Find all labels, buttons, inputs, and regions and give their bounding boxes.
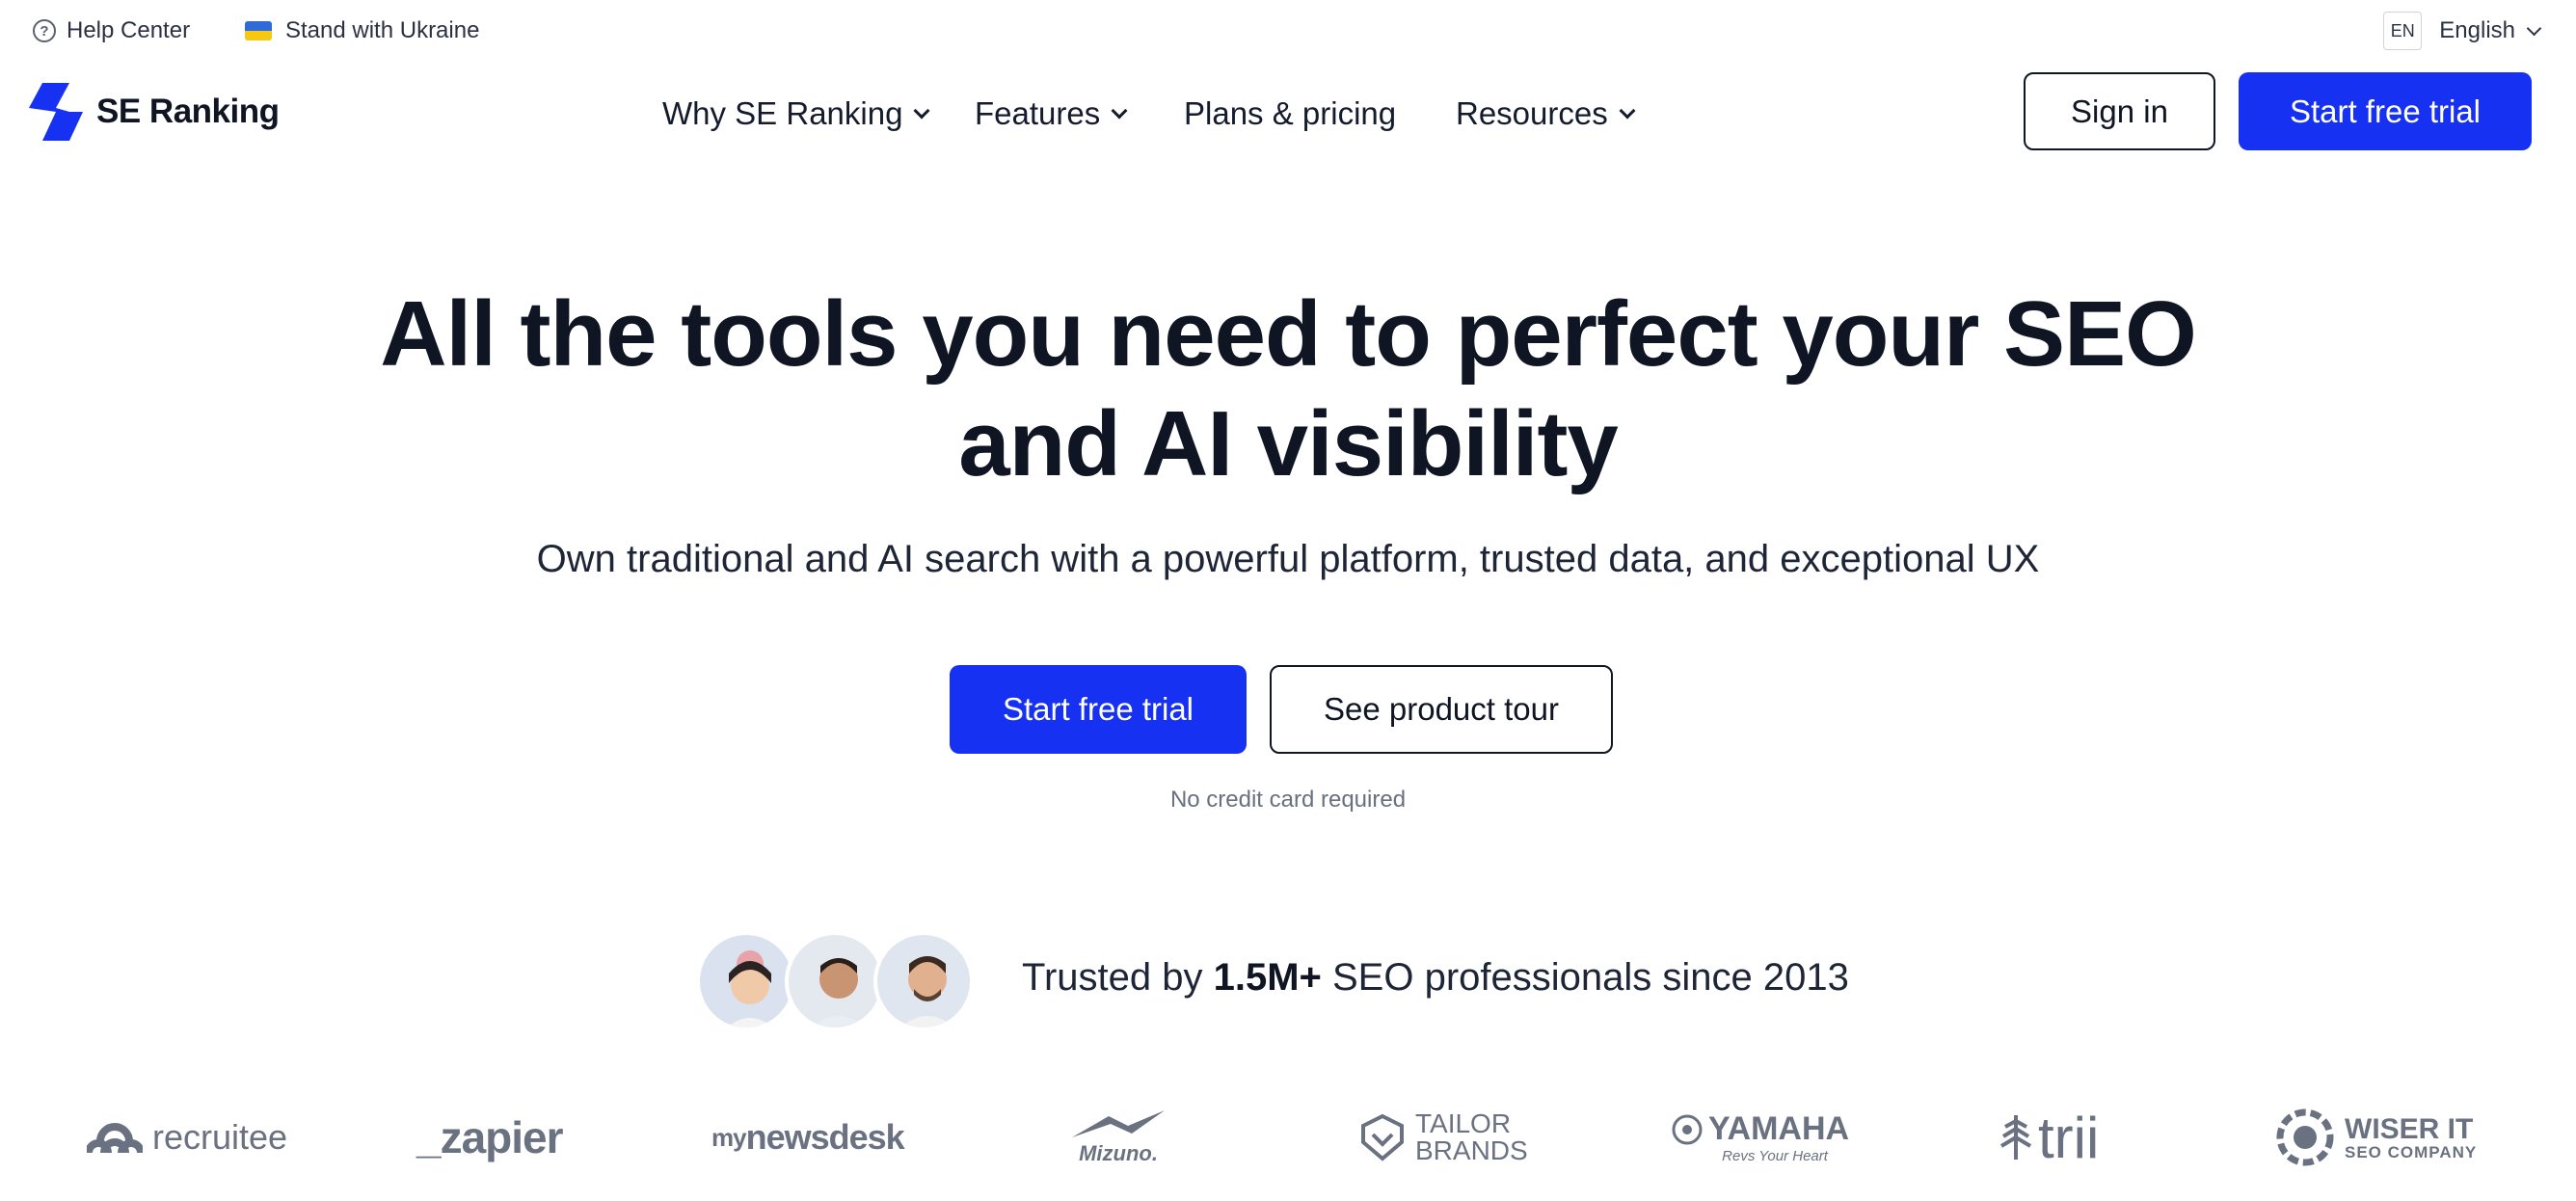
- trust-section: Trusted by 1.5M+ SEO professionals since…: [0, 931, 2576, 1031]
- tailor-wordmark-line-2: BRANDS: [1415, 1135, 1528, 1165]
- hero-headline-line-2: and AI visibility: [958, 392, 1619, 495]
- nav-item-label: Features: [975, 95, 1101, 131]
- nav-item-why-se-ranking[interactable]: Why SE Ranking: [662, 93, 930, 135]
- tailor-brands-logo: TAILOR BRANDS: [1359, 1099, 1528, 1176]
- wiser-wordmark-line-2: SEO COMPANY: [2345, 1142, 2478, 1161]
- language-selector[interactable]: EN English: [2383, 12, 2542, 50]
- wiser-it-wordmark: WISER IT SEO COMPANY: [2345, 1112, 2478, 1161]
- mizuno-wordmark: Mizuno.: [1079, 1141, 1158, 1165]
- mizuno-logo: Mizuno.: [1070, 1099, 1167, 1176]
- hero-cta-row: Start free trial See product tour: [0, 665, 2576, 754]
- nav-item-label: Plans & pricing: [1184, 95, 1397, 131]
- mynewsdesk-prefix: my: [711, 1122, 747, 1152]
- chevron-down-icon: [2526, 20, 2542, 36]
- hero-subheadline: Own traditional and AI search with a pow…: [536, 538, 2040, 580]
- nav-item-plans-pricing[interactable]: Plans & pricing: [1184, 93, 1396, 135]
- trust-prefix: Trusted by: [1022, 956, 1214, 999]
- trust-highlight: 1.5M+: [1213, 956, 1322, 999]
- avatar: [696, 931, 796, 1031]
- main-navigation: SE Ranking Why SE Ranking Features Plans…: [0, 67, 2576, 156]
- recruitee-logo-icon: [87, 1123, 143, 1154]
- trii-wordmark: trii: [2038, 1105, 2100, 1170]
- yamaha-tuning-fork-icon: [1672, 1114, 1703, 1144]
- tailor-brands-icon: [1361, 1113, 1404, 1161]
- chevron-down-icon: [1619, 102, 1636, 120]
- nav-item-resources[interactable]: Resources: [1456, 93, 1636, 135]
- nav-item-label: Why SE Ranking: [662, 95, 903, 131]
- wiser-it-brain-icon: [2276, 1108, 2334, 1166]
- yamaha-tagline: Revs Your Heart: [1722, 1148, 1828, 1164]
- language-label: English: [2439, 17, 2515, 43]
- top-utility-bar: ? Help Center Stand with Ukraine EN Engl…: [0, 0, 2576, 62]
- help-center-link[interactable]: ? Help Center: [33, 17, 190, 44]
- zapier-logo: _zapier: [416, 1112, 564, 1162]
- client-logos-row: recruitee _zapier my newsdesk Mizuno. TAI…: [0, 1099, 2576, 1176]
- stand-with-ukraine-label: Stand with Ukraine: [285, 17, 480, 43]
- avatar: [785, 931, 885, 1031]
- nav-item-features[interactable]: Features: [975, 93, 1128, 135]
- tree-icon: [1999, 1115, 2032, 1160]
- yamaha-logo: YAMAHA Revs Your Heart: [1672, 1099, 1849, 1176]
- mynewsdesk-logo: my newsdesk: [711, 1099, 905, 1176]
- help-center-label: Help Center: [67, 17, 191, 43]
- language-code-badge: EN: [2383, 12, 2423, 50]
- hero-headline: All the tools you need to perfect your S…: [0, 280, 2576, 499]
- hero-headline-line-1: All the tools you need to perfect your S…: [380, 282, 2197, 386]
- wiser-it-logo: WISER IT SEO COMPANY: [2275, 1099, 2477, 1176]
- wiser-wordmark-line-1: WISER IT: [2345, 1112, 2474, 1145]
- no-credit-card-note: No credit card required: [1169, 787, 1407, 813]
- stand-with-ukraine-link[interactable]: Stand with Ukraine: [245, 17, 479, 44]
- trust-statement: Trusted by 1.5M+ SEO professionals since…: [1022, 956, 1849, 1000]
- mizuno-runbird-icon: [1072, 1110, 1165, 1137]
- trii-logo: trii: [1999, 1099, 2099, 1176]
- tailor-wordmark-line-1: TAILOR: [1415, 1108, 1512, 1138]
- nav-item-label: Resources: [1456, 95, 1608, 131]
- question-circle-icon: ?: [33, 19, 56, 42]
- recruitee-logo: recruitee: [87, 1099, 287, 1176]
- sign-in-button[interactable]: Sign in: [2024, 72, 2215, 150]
- avatar: [873, 931, 974, 1031]
- mynewsdesk-wordmark: newsdesk: [745, 1117, 905, 1157]
- trust-suffix: SEO professionals since 2013: [1321, 956, 1849, 999]
- start-free-trial-button[interactable]: Start free trial: [950, 665, 1247, 754]
- yamaha-wordmark: YAMAHA: [1708, 1110, 1850, 1147]
- tailor-brands-wordmark: TAILOR BRANDS: [1415, 1110, 1528, 1164]
- chevron-down-icon: [913, 102, 930, 120]
- ukraine-flag-icon: [245, 21, 272, 40]
- start-free-trial-nav-button[interactable]: Start free trial: [2239, 72, 2532, 150]
- see-product-tour-button[interactable]: See product tour: [1270, 665, 1613, 754]
- chevron-down-icon: [1111, 102, 1128, 120]
- recruitee-wordmark: recruitee: [152, 1117, 288, 1157]
